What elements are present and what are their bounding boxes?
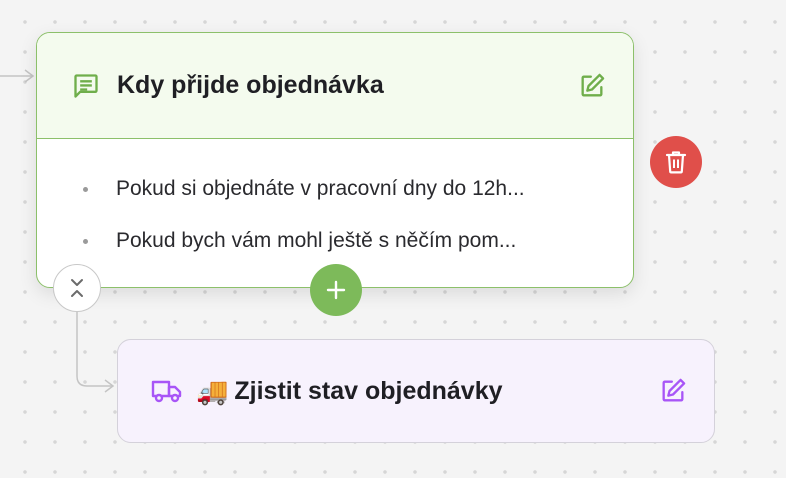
truck-icon bbox=[150, 376, 184, 406]
delivery-truck-emoji: 🚚 bbox=[196, 376, 229, 406]
message-node-title: Kdy přijde objednávka bbox=[117, 71, 384, 99]
child-connector bbox=[76, 312, 113, 387]
message-node-header: Kdy přijde objednávka bbox=[37, 33, 633, 139]
edit-icon[interactable] bbox=[656, 374, 690, 408]
action-node-title: Zjistit stav objednávky bbox=[234, 376, 503, 405]
delete-node-button[interactable] bbox=[650, 136, 702, 188]
message-node-body: Pokud si objednáte v pracovní dny do 12h… bbox=[37, 139, 633, 267]
message-line-item: Pokud bych vám mohl ještě s něčím pom... bbox=[83, 215, 609, 267]
collapse-chevrons-icon bbox=[71, 279, 83, 297]
add-node-button[interactable] bbox=[310, 264, 362, 316]
collapse-button[interactable] bbox=[53, 264, 101, 312]
bullet-icon bbox=[83, 238, 88, 244]
message-line-text: Pokud bych vám mohl ještě s něčím pom... bbox=[116, 229, 517, 252]
message-line-text: Pokud si objednáte v pracovní dny do 12h… bbox=[116, 177, 525, 200]
plus-icon bbox=[326, 280, 346, 300]
bullet-icon bbox=[83, 186, 88, 192]
edit-icon[interactable] bbox=[575, 69, 609, 103]
message-node-card[interactable]: Kdy přijde objednávka Pokud si objednáte… bbox=[36, 32, 634, 288]
trash-icon bbox=[665, 151, 687, 174]
chat-message-icon bbox=[71, 71, 101, 101]
action-node-card[interactable]: 🚚 Zjistit stav objednávky bbox=[117, 339, 715, 443]
message-line-item: Pokud si objednáte v pracovní dny do 12h… bbox=[83, 163, 609, 215]
